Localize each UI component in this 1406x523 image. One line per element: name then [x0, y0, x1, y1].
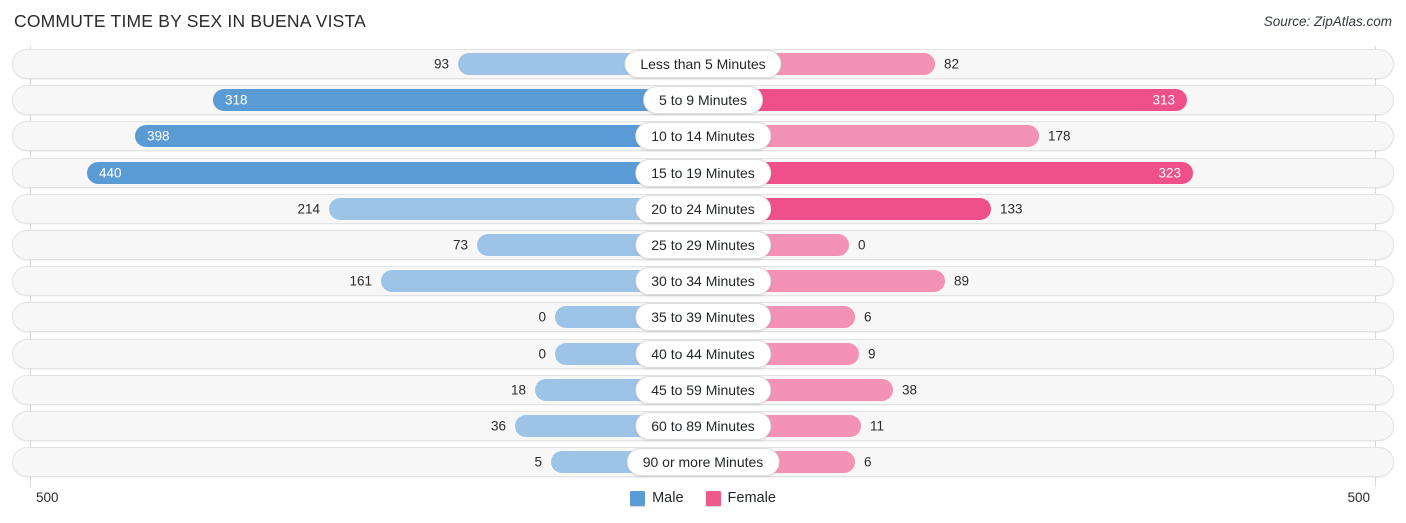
- legend-label: Female: [727, 490, 776, 506]
- category-label: 40 to 44 Minutes: [635, 339, 771, 368]
- male-value-label: 0: [538, 346, 546, 361]
- male-value-label: 318: [225, 92, 248, 108]
- category-label: 60 to 89 Minutes: [635, 411, 771, 440]
- table-row[interactable]: 36 11 60 to 89 Minutes: [0, 408, 1406, 444]
- male-value-label: 5: [534, 454, 542, 470]
- female-value-label: 0: [858, 237, 866, 253]
- table-row[interactable]: 161 89 30 to 34 Minutes: [0, 263, 1406, 299]
- legend: Male Female: [0, 490, 1406, 506]
- legend-label: Male: [652, 490, 684, 506]
- plot-area: 93 82 Less than 5 Minutes 318 313 5 to 9 Minu…: [0, 46, 1406, 487]
- table-row[interactable]: 93 82 Less than 5 Minutes: [0, 46, 1406, 82]
- table-row[interactable]: 18 38 45 to 59 Minutes: [0, 372, 1406, 408]
- male-bar[interactable]: 318: [213, 89, 703, 112]
- male-value-label: 214: [297, 201, 320, 217]
- legend-swatch-icon: [630, 490, 646, 506]
- female-bar[interactable]: 323: [703, 161, 1193, 184]
- female-value-label: 6: [864, 454, 872, 470]
- female-value-label: 82: [944, 56, 960, 72]
- female-value-label: 6: [864, 309, 872, 325]
- male-bar[interactable]: 440: [87, 161, 703, 184]
- male-bar[interactable]: 398: [135, 125, 703, 148]
- bar-rows: 93 82 Less than 5 Minutes 318 313 5 to 9 Minu…: [0, 46, 1406, 480]
- category-label: 5 to 9 Minutes: [643, 86, 763, 115]
- chart-header: COMMUTE TIME BY SEX IN BUENA VISTA Sourc…: [0, 0, 1406, 46]
- category-label: 25 to 29 Minutes: [635, 230, 771, 259]
- table-row[interactable]: 318 313 5 to 9 Minutes: [0, 82, 1406, 118]
- table-row[interactable]: 5 6 90 or more Minutes: [0, 444, 1406, 480]
- legend-item-female[interactable]: Female: [705, 490, 776, 506]
- page-title: COMMUTE TIME BY SEX IN BUENA VISTA: [14, 11, 367, 31]
- female-value-label: 9: [868, 346, 876, 361]
- male-value-label: 0: [538, 309, 546, 325]
- table-row[interactable]: 0 6 35 to 39 Minutes: [0, 299, 1406, 335]
- table-row[interactable]: 440 323 15 to 19 Minutes: [0, 155, 1406, 191]
- female-value-label: 323: [1158, 165, 1181, 181]
- male-value-label: 36: [490, 418, 506, 434]
- table-row[interactable]: 0 9 40 to 44 Minutes: [0, 336, 1406, 372]
- female-value-label: 89: [954, 273, 970, 289]
- category-label: 90 or more Minutes: [626, 448, 780, 477]
- category-label: 45 to 59 Minutes: [635, 375, 771, 404]
- source-attribution: Source: ZipAtlas.com: [1263, 14, 1392, 29]
- legend-item-male[interactable]: Male: [630, 490, 684, 506]
- category-label: 20 to 24 Minutes: [635, 194, 771, 223]
- female-value-label: 38: [902, 382, 918, 398]
- male-value-label: 440: [99, 165, 122, 181]
- commute-time-chart: COMMUTE TIME BY SEX IN BUENA VISTA Sourc…: [0, 0, 1406, 523]
- legend-swatch-icon: [705, 490, 721, 506]
- category-label: 30 to 34 Minutes: [635, 267, 771, 296]
- female-value-label: 313: [1152, 92, 1175, 108]
- category-label: Less than 5 Minutes: [624, 50, 782, 78]
- male-value-label: 93: [433, 56, 449, 72]
- chart-footer: 500 500 Male Female: [0, 481, 1406, 523]
- male-value-label: 398: [147, 128, 170, 144]
- table-row[interactable]: 398 178 10 to 14 Minutes: [0, 118, 1406, 154]
- male-value-label: 18: [510, 382, 526, 398]
- table-row[interactable]: 214 133 20 to 24 Minutes: [0, 191, 1406, 227]
- male-value-label: 73: [452, 237, 468, 253]
- male-value-label: 161: [349, 273, 372, 289]
- table-row[interactable]: 73 0 25 to 29 Minutes: [0, 227, 1406, 263]
- female-value-label: 178: [1048, 128, 1071, 144]
- female-value-label: 133: [1000, 201, 1023, 217]
- category-label: 35 to 39 Minutes: [635, 303, 771, 332]
- female-value-label: 11: [870, 418, 885, 434]
- category-label: 15 to 19 Minutes: [635, 158, 771, 187]
- category-label: 10 to 14 Minutes: [635, 122, 771, 151]
- female-bar[interactable]: 313: [703, 89, 1187, 112]
